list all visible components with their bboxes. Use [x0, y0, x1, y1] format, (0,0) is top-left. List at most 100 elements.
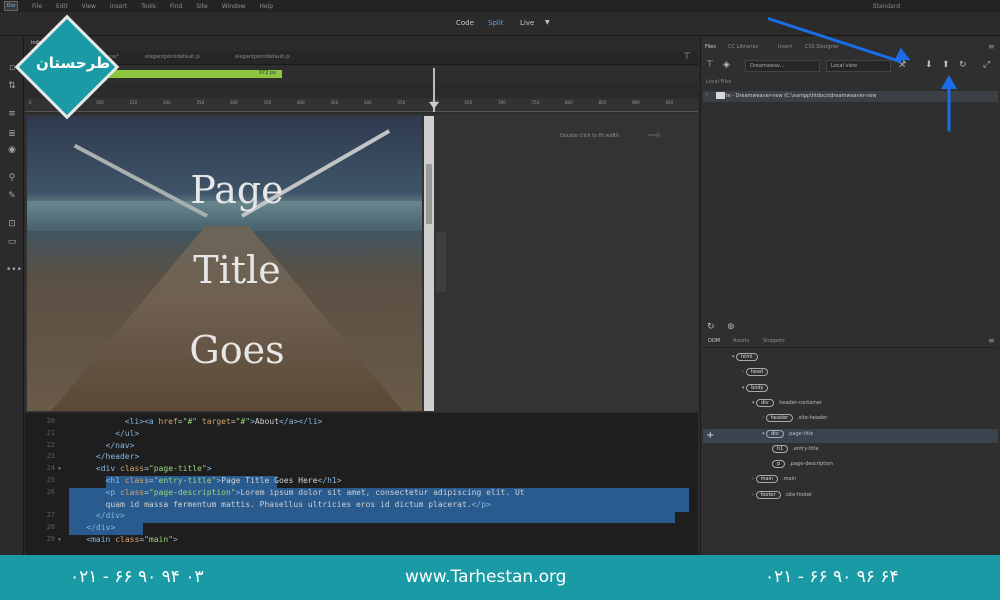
- menu-find[interactable]: Find: [170, 3, 182, 10]
- inspect-icon[interactable]: ⊡: [6, 219, 18, 229]
- format-icon[interactable]: ⚲: [6, 173, 18, 183]
- dom-node[interactable]: › footer .site-footer: [752, 490, 812, 499]
- filter-icon[interactable]: ⊤: [706, 60, 714, 70]
- add-element-icon[interactable]: +: [706, 430, 714, 441]
- tab-insert[interactable]: Insert: [778, 44, 792, 50]
- local-files-header: Local Files: [706, 79, 732, 85]
- more-icon[interactable]: •••: [6, 265, 22, 275]
- refresh-icon[interactable]: ↻: [959, 60, 967, 70]
- dom-node[interactable]: › head: [742, 368, 772, 377]
- line-number: 23: [46, 452, 55, 461]
- brush-icon[interactable]: ✎: [6, 191, 18, 201]
- chevron-down-icon[interactable]: ▼: [545, 19, 550, 26]
- view-select[interactable]: Local view: [826, 60, 891, 72]
- menu-window[interactable]: Window: [222, 3, 246, 10]
- tab-snippets[interactable]: Snippets: [763, 338, 785, 344]
- scrollbar-thumb[interactable]: [426, 164, 432, 224]
- line-number: 20: [46, 417, 55, 425]
- code-view-button[interactable]: Code: [456, 19, 474, 27]
- related-file-js-2[interactable]: elegantpointdefault.js: [235, 54, 290, 60]
- dom-tag: head: [745, 368, 769, 377]
- code-line[interactable]: <li><a href="#" target="#">About</a></li…: [67, 417, 323, 426]
- design-scrollbar[interactable]: [424, 116, 434, 411]
- site-icon[interactable]: ◈: [723, 60, 730, 70]
- split-view-button[interactable]: Split: [488, 19, 504, 27]
- right-panel: [700, 37, 1000, 555]
- document-tab-bar: index.h: [25, 37, 698, 51]
- resize-handle[interactable]: [436, 232, 446, 292]
- related-file-js-1[interactable]: elegantpointdefault.js: [145, 54, 200, 60]
- code-line[interactable]: quam id massa fermentum mattis. Phasellu…: [67, 500, 491, 509]
- device-preview-icon[interactable]: ▭: [6, 237, 18, 247]
- ruler-tick: 100: [96, 100, 104, 105]
- tab-css-designer[interactable]: CSS Designer: [805, 44, 839, 50]
- dom-tag: footer: [755, 490, 781, 499]
- code-line[interactable]: <h1 class="entry-title">Page Title Goes …: [67, 476, 342, 485]
- website-link[interactable]: www.Tarhestan.org: [405, 567, 566, 587]
- live-preview-icon[interactable]: ◉: [6, 145, 18, 155]
- get-files-icon[interactable]: ⬇: [925, 60, 933, 70]
- fold-icon[interactable]: ▼: [58, 537, 61, 543]
- fold-icon[interactable]: ▼: [58, 466, 61, 472]
- ruler-tick: 150: [129, 100, 138, 105]
- ruler: 0501001502002503003504004505005506006507…: [25, 98, 698, 112]
- code-icon[interactable]: ≡: [6, 109, 18, 119]
- code-line[interactable]: </header>: [67, 452, 139, 461]
- line-number: 27: [46, 511, 55, 520]
- menu-edit[interactable]: Edit: [56, 3, 68, 10]
- dom-node[interactable]: ▾ body: [742, 383, 772, 392]
- chevron-right-icon[interactable]: ›: [706, 92, 708, 98]
- ruler-tick: 250: [196, 100, 205, 105]
- menu-insert[interactable]: Insert: [110, 3, 127, 10]
- workspace-switcher[interactable]: Standard: [873, 3, 900, 10]
- ruler-handle[interactable]: [429, 102, 439, 109]
- code-line[interactable]: </nav>: [67, 441, 135, 450]
- code-line[interactable]: <p class="page-description">Lorem ipsum …: [67, 488, 525, 497]
- code-line[interactable]: <div class="page-title">: [67, 464, 212, 473]
- put-files-icon[interactable]: ⬆: [942, 60, 950, 70]
- panel-menu-icon[interactable]: ≡: [988, 336, 995, 345]
- code-line[interactable]: </div>: [67, 523, 115, 532]
- dom-node[interactable]: ▾ html: [732, 353, 762, 361]
- dom-node[interactable]: ▾ div .page-title: [762, 429, 813, 438]
- ruler-tick: 900: [632, 100, 640, 105]
- code-line[interactable]: </div>: [67, 511, 125, 520]
- menu-view[interactable]: View: [82, 3, 96, 10]
- dom-node[interactable]: › main .main: [752, 475, 796, 484]
- hero-image[interactable]: Page Title Goes: [27, 116, 422, 411]
- panel-menu-icon[interactable]: ≡: [988, 42, 995, 51]
- dom-node[interactable]: h1 .entry-title: [772, 444, 819, 453]
- ruler-tick: 650: [464, 100, 473, 105]
- media-query-label: 972 px: [258, 70, 276, 76]
- site-select[interactable]: Dreamweav...: [745, 60, 820, 72]
- line-number: 22: [46, 440, 55, 449]
- wrap-icon[interactable]: ≣: [6, 129, 18, 139]
- expand-icon[interactable]: ⤢: [983, 60, 990, 70]
- site-root-row[interactable]: Site - Dreamweaver-new (C:\xampp\htdocs\…: [703, 91, 998, 102]
- dom-node[interactable]: p .page-description: [772, 460, 833, 469]
- tab-files[interactable]: Files: [705, 44, 716, 50]
- dom-node[interactable]: ▾ div .header-container: [752, 398, 823, 407]
- filter-icon[interactable]: ⊤: [683, 52, 691, 62]
- globe-icon[interactable]: ⊛: [727, 322, 735, 332]
- menu-site[interactable]: Site: [196, 3, 208, 10]
- code-line[interactable]: <main class="main">: [67, 535, 178, 544]
- tab-assets[interactable]: Assets: [733, 338, 749, 344]
- dom-class-label: .header-container: [777, 399, 823, 406]
- annotation-arrowhead: [941, 75, 957, 89]
- code-line[interactable]: </ul>: [67, 429, 139, 438]
- menu-tools[interactable]: Tools: [141, 3, 156, 10]
- fit-width-icon[interactable]: ═══⟩⟩⟩: [648, 132, 661, 139]
- tab-dom[interactable]: DOM: [708, 338, 720, 344]
- file-management-icon[interactable]: ⇅: [6, 81, 18, 91]
- dom-selected-row: [703, 429, 998, 443]
- live-view-button[interactable]: Live: [520, 19, 534, 27]
- menu-file[interactable]: File: [32, 3, 42, 10]
- dom-node[interactable]: › header .site-header: [762, 414, 827, 423]
- ruler-tick: 800: [565, 100, 573, 105]
- left-toolbar: ▫ ⇅ ≡ ≣ ◉ ⚲ ✎ ⊡ ▭ •••: [0, 37, 24, 555]
- tab-cc-libraries[interactable]: CC Libraries: [728, 44, 758, 50]
- code-view[interactable]: 20 <li><a href="#" target="#">About</a><…: [25, 413, 698, 555]
- refresh-icon[interactable]: ↻: [707, 322, 715, 332]
- menu-help[interactable]: Help: [259, 3, 273, 10]
